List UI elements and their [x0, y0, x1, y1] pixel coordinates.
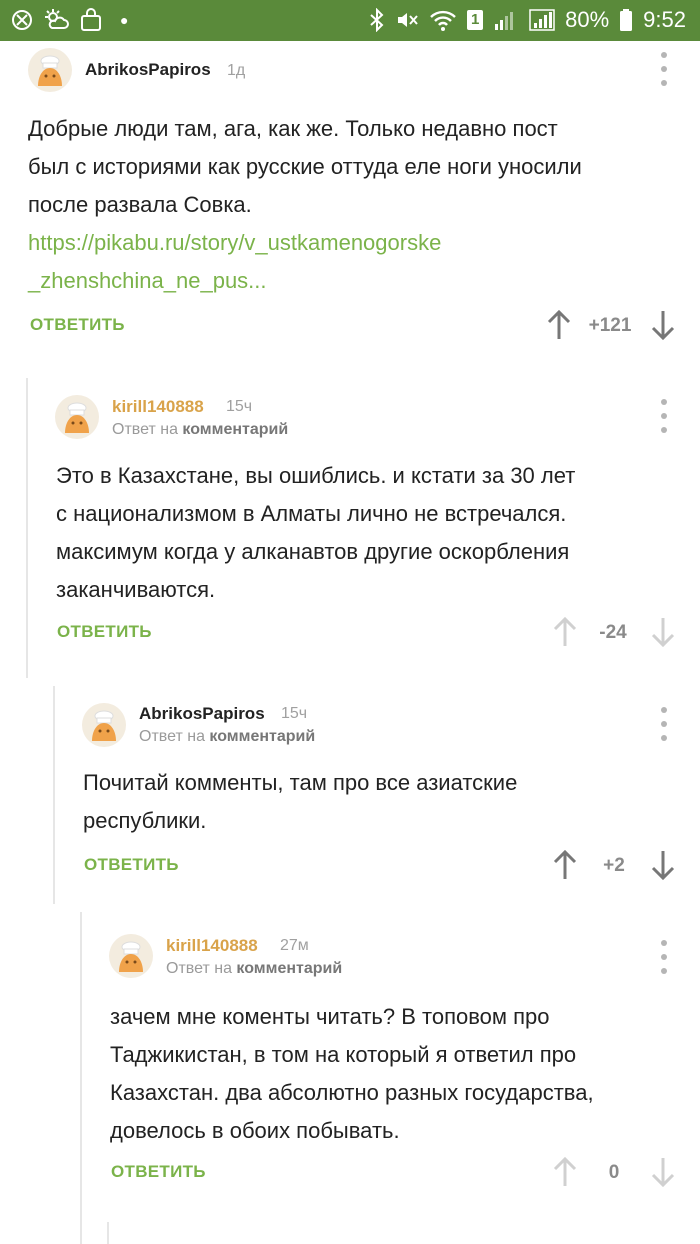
- rating: 0: [608, 1162, 620, 1183]
- comment-author[interactable]: kirill140888: [112, 397, 204, 417]
- shopping-bag-icon: [80, 8, 102, 32]
- mute-icon: [395, 8, 419, 32]
- sim-icon: 1: [467, 10, 484, 30]
- comment-text: Почитай комменты, там про все азиатские …: [83, 770, 518, 833]
- comment-author[interactable]: AbrikosPapiros: [85, 60, 211, 80]
- upvote-icon[interactable]: [547, 309, 571, 341]
- avatar[interactable]: [82, 703, 126, 747]
- comment-author[interactable]: kirill140888: [166, 936, 258, 956]
- thread-line: [107, 1222, 109, 1244]
- comment-text: Добрые люди там, ага, как же. Только нед…: [28, 110, 582, 300]
- thread-line: [80, 912, 82, 1244]
- settings-icon: [10, 8, 34, 32]
- downvote-icon[interactable]: [651, 1156, 675, 1188]
- rating: -24: [599, 622, 627, 643]
- thread-line: [26, 378, 28, 678]
- avatar[interactable]: [55, 395, 99, 439]
- reply-to-label[interactable]: Ответ на комментарий: [112, 420, 288, 440]
- comment-link[interactable]: https://pikabu.ru/story/v_ustkamenogorsk…: [28, 224, 582, 300]
- avatar[interactable]: [109, 934, 153, 978]
- upvote-icon[interactable]: [553, 849, 577, 881]
- reply-button[interactable]: ОТВЕТИТЬ: [30, 315, 125, 335]
- signal-icon-1: [493, 8, 519, 32]
- notification-dot-icon: ●: [120, 12, 129, 28]
- reply-button[interactable]: ОТВЕТИТЬ: [111, 1162, 206, 1182]
- comment-time: 27м: [280, 937, 309, 954]
- reply-to-label[interactable]: Ответ на комментарий: [139, 727, 315, 747]
- reply-to-label[interactable]: Ответ на комментарий: [166, 959, 342, 979]
- weather-icon: [44, 8, 70, 32]
- status-bar: ● 1 80% 9:52: [0, 0, 700, 41]
- battery-percent: 80%: [565, 7, 610, 32]
- downvote-icon[interactable]: [651, 849, 675, 881]
- thread-line: [53, 686, 55, 904]
- more-options-icon[interactable]: [654, 707, 674, 741]
- reply-button[interactable]: ОТВЕТИТЬ: [84, 855, 179, 875]
- downvote-icon[interactable]: [651, 309, 675, 341]
- rating: +2: [603, 855, 625, 876]
- comment-text: Это в Казахстане, вы ошиблись. и кстати …: [56, 463, 576, 602]
- avatar[interactable]: [28, 48, 72, 92]
- comment-time: 1д: [227, 62, 246, 79]
- comment-text: зачем мне коменты читать? В топовом про …: [110, 1004, 594, 1143]
- downvote-icon[interactable]: [651, 616, 675, 648]
- comment-time: 15ч: [226, 398, 253, 415]
- rating: +121: [588, 315, 632, 336]
- upvote-icon[interactable]: [553, 1156, 577, 1188]
- bluetooth-icon: [369, 8, 385, 32]
- more-options-icon[interactable]: [654, 399, 674, 433]
- signal-icon-2: [529, 8, 555, 32]
- more-options-icon[interactable]: [654, 52, 674, 86]
- more-options-icon[interactable]: [654, 940, 674, 974]
- comment-author[interactable]: AbrikosPapiros: [139, 704, 265, 724]
- reply-button[interactable]: ОТВЕТИТЬ: [57, 622, 152, 642]
- clock: 9:52: [643, 7, 686, 32]
- comment-time: 15ч: [281, 705, 308, 722]
- battery-icon: [619, 8, 633, 32]
- wifi-icon: [429, 8, 457, 32]
- upvote-icon[interactable]: [553, 616, 577, 648]
